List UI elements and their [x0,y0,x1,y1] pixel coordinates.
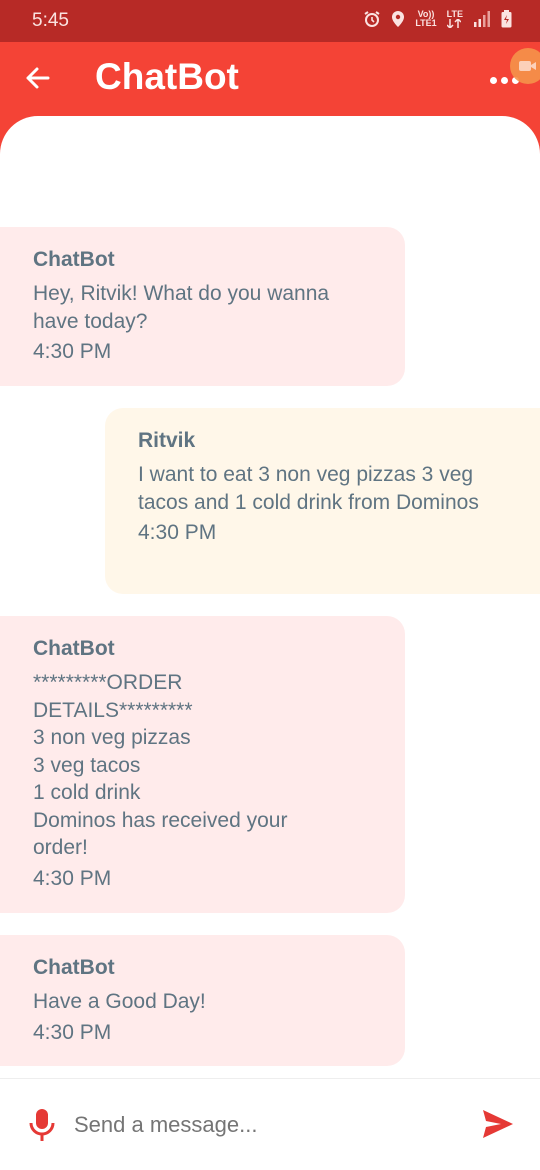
message-time: 4:30 PM [138,521,217,544]
status-time: 5:45 [32,10,69,31]
message-text: *********ORDER DETAILS********* 3 non ve… [33,671,288,859]
signal-icon [473,11,491,27]
message-bubble-bot: ChatBot *********ORDER DETAILS********* … [0,616,405,913]
message-time: 4:30 PM [33,1020,112,1044]
video-camera-icon [519,61,536,71]
send-icon [483,1110,513,1138]
message-text: I want to eat 3 non veg pizzas 3 veg tac… [138,463,479,514]
send-button[interactable] [482,1109,514,1139]
message-composer [0,1078,540,1170]
lte-icon: LTE [446,10,463,28]
back-button[interactable] [22,62,54,94]
status-icons: Vo)) LTE1 LTE [363,10,512,28]
mic-button[interactable] [28,1107,56,1143]
message-sender: ChatBot [33,248,115,271]
status-bar: 5:45 Vo)) LTE1 LTE [0,0,540,42]
arrow-left-icon [26,67,50,89]
app-title: ChatBot [95,56,239,97]
message-sender: Ritvik [138,429,196,452]
message-bubble-bot: ChatBot Have a Good Day! 4:30 PM [0,935,405,1066]
chat-area[interactable]: ChatBot Hey, Ritvik! What do you wanna h… [0,116,540,1170]
message-text: Have a Good Day! [33,990,206,1013]
more-dot [501,76,508,84]
message-sender: ChatBot [33,637,115,660]
message-time: 4:30 PM [33,866,112,890]
message-bubble-bot: ChatBot Hey, Ritvik! What do you wanna h… [0,227,405,386]
volte-icon: Vo)) LTE1 [415,9,437,28]
more-dot [490,76,497,84]
alarm-icon [363,10,381,28]
message-sender: ChatBot [33,956,115,979]
message-text: Hey, Ritvik! What do you wanna have toda… [33,282,330,333]
screen-record-badge[interactable] [510,48,540,84]
battery-icon [501,10,512,28]
message-bubble-user: Ritvik I want to eat 3 non veg pizzas 3 … [105,408,540,594]
app-bar: ChatBot [0,42,540,116]
message-time: 4:30 PM [33,340,112,363]
message-input[interactable] [74,1107,454,1143]
location-icon [391,10,405,28]
microphone-icon [29,1109,55,1141]
